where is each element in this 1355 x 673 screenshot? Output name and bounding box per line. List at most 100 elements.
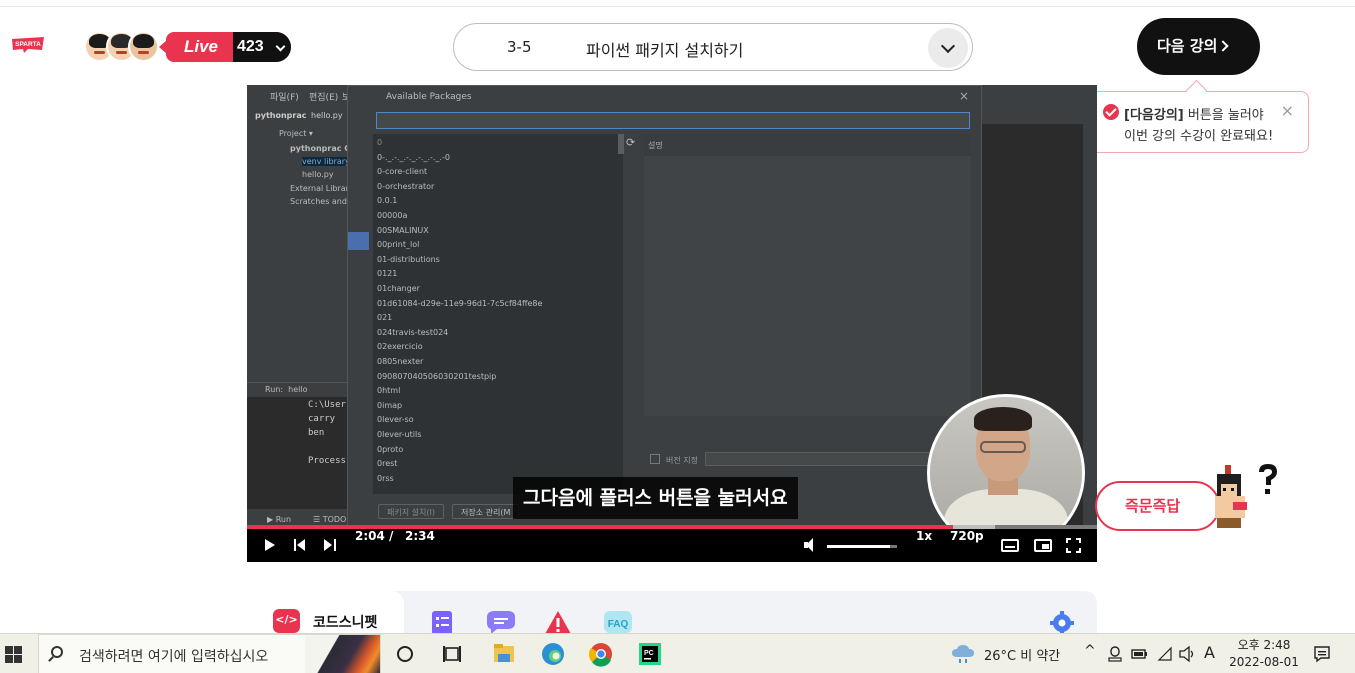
faq-icon[interactable]: FAQ bbox=[603, 609, 633, 635]
lecture-selector[interactable]: 3-5 파이썬 패키지 설치하기 bbox=[453, 23, 973, 71]
chrome-browser-icon[interactable] bbox=[578, 634, 624, 673]
windows-start-icon[interactable] bbox=[5, 646, 22, 663]
edge-browser-icon[interactable] bbox=[530, 634, 576, 673]
settings-gear-icon[interactable] bbox=[1049, 609, 1075, 635]
sparta-logo[interactable]: SPARTA bbox=[10, 36, 46, 54]
video-quality[interactable]: 720p bbox=[950, 529, 984, 562]
play-icon[interactable] bbox=[265, 539, 275, 551]
next-lecture-button[interactable]: 다음 강의 bbox=[1137, 18, 1260, 75]
tab-code-snippet-label: 코드스니펫 bbox=[313, 615, 378, 631]
skip-forward-icon[interactable] bbox=[324, 539, 336, 551]
chat-bubble-icon[interactable] bbox=[484, 609, 518, 635]
lecture-number: 3-5 bbox=[507, 38, 532, 56]
package-list-item: 0.0.1 bbox=[377, 196, 398, 206]
video-controls: 2:04 / 2:34 1x 720p bbox=[247, 529, 1097, 562]
volume-slider[interactable] bbox=[827, 545, 897, 548]
dialog-left-gutter bbox=[348, 134, 369, 528]
live-viewers-avatars[interactable] bbox=[84, 31, 164, 63]
ide-tree-item: Scratches and C bbox=[290, 197, 356, 206]
weather-text[interactable]: 26°C 비 약간 bbox=[984, 645, 1060, 664]
live-label: Live bbox=[184, 37, 219, 56]
file-explorer-icon[interactable] bbox=[481, 634, 527, 673]
checklist-icon[interactable] bbox=[429, 609, 455, 635]
package-list-item: 0805nexter bbox=[377, 357, 424, 366]
dialog-title: Available Packages bbox=[386, 92, 472, 102]
captions-icon[interactable] bbox=[1001, 539, 1019, 552]
task-view-icon[interactable] bbox=[429, 634, 475, 673]
viewer-count-value: 423 bbox=[237, 38, 264, 55]
check-circle-icon bbox=[1103, 104, 1119, 120]
code-icon: </> bbox=[273, 609, 300, 633]
next-lecture-label: 다음 강의 bbox=[1157, 37, 1218, 55]
qna-button[interactable]: 즉문즉답 bbox=[1095, 481, 1220, 531]
wifi-icon[interactable] bbox=[1157, 646, 1173, 662]
ide-menu-item: 파일(F) bbox=[270, 93, 299, 103]
package-list-item: 0lever-utils bbox=[377, 430, 422, 439]
time-separator: / bbox=[389, 529, 394, 543]
close-icon: × bbox=[958, 89, 969, 103]
cortana-icon[interactable] bbox=[382, 634, 428, 673]
clock-time: 오후 2:48 bbox=[1237, 638, 1291, 652]
warning-icon[interactable] bbox=[544, 609, 572, 635]
taskbar-clock[interactable]: 오후 2:48 2022-08-01 bbox=[1229, 637, 1299, 671]
skip-back-icon[interactable] bbox=[294, 539, 306, 551]
video-player[interactable]: 파일(F) 편집(E) 보 pythonprac hello.py Projec… bbox=[247, 85, 1097, 562]
ide-run-tabbar: Run: hello bbox=[247, 383, 347, 397]
lecture-title: 파이썬 패키지 설치하기 bbox=[586, 41, 744, 60]
spartan-mascot-icon[interactable] bbox=[1203, 462, 1283, 534]
package-list-item: 024travis-test024 bbox=[377, 327, 449, 337]
live-viewers-badge[interactable]: Live 423 bbox=[159, 32, 291, 62]
package-list-item: 0-core-client bbox=[377, 167, 428, 177]
package-list-item: 00000a bbox=[377, 211, 408, 220]
playback-speed[interactable]: 1x bbox=[916, 529, 932, 562]
package-list-item: 0-._.-._.-._.-._.-._.-0 bbox=[377, 152, 450, 162]
chevron-down-icon[interactable] bbox=[928, 28, 968, 68]
fullscreen-icon[interactable] bbox=[1066, 538, 1081, 553]
ide-run-line: Process bbox=[308, 456, 346, 466]
ide-run-line: C:\User bbox=[308, 400, 346, 410]
qna-label: 즉문즉답 bbox=[1125, 497, 1181, 515]
current-time: 2:04 bbox=[355, 529, 385, 543]
notification-center-icon[interactable] bbox=[1313, 645, 1331, 663]
package-list-item: 0html bbox=[377, 386, 401, 396]
picture-in-picture-icon[interactable] bbox=[1034, 539, 1052, 552]
tab-code-snippet[interactable]: </> 코드스니펫 bbox=[247, 591, 404, 635]
ide-project-name: pythonprac bbox=[255, 111, 307, 120]
install-package-button: 패키지 설치(I) bbox=[378, 504, 444, 519]
tooltip-line-1: [다음강의] 버튼을 눌러야 bbox=[1124, 108, 1264, 123]
package-list-item: 01changer bbox=[377, 284, 420, 293]
input-method-indicator[interactable]: A bbox=[1204, 643, 1215, 662]
ide-tree-item: pythonprac C: bbox=[290, 144, 354, 153]
volume-icon[interactable] bbox=[804, 538, 820, 552]
tooltip-line-2: 이번 강의 수강이 완료돼요! bbox=[1124, 129, 1274, 144]
weather-rain-icon[interactable] bbox=[951, 644, 977, 664]
meet-now-icon[interactable] bbox=[1108, 646, 1122, 662]
package-list-item: 02exercicio bbox=[377, 342, 423, 352]
duration: 2:34 bbox=[405, 529, 435, 543]
close-icon[interactable]: × bbox=[1281, 101, 1294, 120]
chevron-up-icon[interactable]: ^ bbox=[1084, 643, 1096, 659]
video-subtitle: 그다음에 플러스 버튼을 눌러서요 bbox=[513, 477, 798, 519]
package-description-panel: 설명 bbox=[644, 134, 971, 416]
list-scrollbar bbox=[618, 134, 624, 154]
package-list-item: 0121 bbox=[377, 269, 398, 279]
taskbar-search-box[interactable]: 검색하려면 여기에 입력하십시오 bbox=[38, 634, 381, 673]
package-list-item: 090807040506030201testpip bbox=[377, 371, 497, 381]
svg-text:SPARTA: SPARTA bbox=[15, 41, 41, 48]
top-divider bbox=[0, 6, 1355, 7]
package-search-field bbox=[376, 112, 970, 129]
battery-icon[interactable] bbox=[1131, 647, 1148, 661]
version-checkbox: 버전 지정 bbox=[650, 454, 698, 466]
chevron-right-icon bbox=[1217, 40, 1229, 52]
pycharm-icon[interactable]: PC bbox=[627, 634, 673, 673]
volume-speaker-icon[interactable] bbox=[1179, 646, 1197, 662]
package-list-item: 0rest bbox=[377, 459, 398, 469]
taskbar-search-placeholder: 검색하려면 여기에 입력하십시오 bbox=[79, 649, 269, 665]
search-icon bbox=[51, 646, 63, 658]
lecture-tools-bar: </> 코드스니펫 FAQ bbox=[247, 591, 1097, 635]
chevron-down-icon bbox=[275, 41, 286, 52]
ide-tree-item: Project ▾ bbox=[279, 129, 313, 138]
package-list-item: 021 bbox=[377, 313, 393, 323]
package-list-item: 01-distributions bbox=[377, 254, 440, 264]
windows-taskbar: 검색하려면 여기에 입력하십시오 PC 26°C 비 약간 ^ A 오후 2:4… bbox=[0, 633, 1355, 673]
